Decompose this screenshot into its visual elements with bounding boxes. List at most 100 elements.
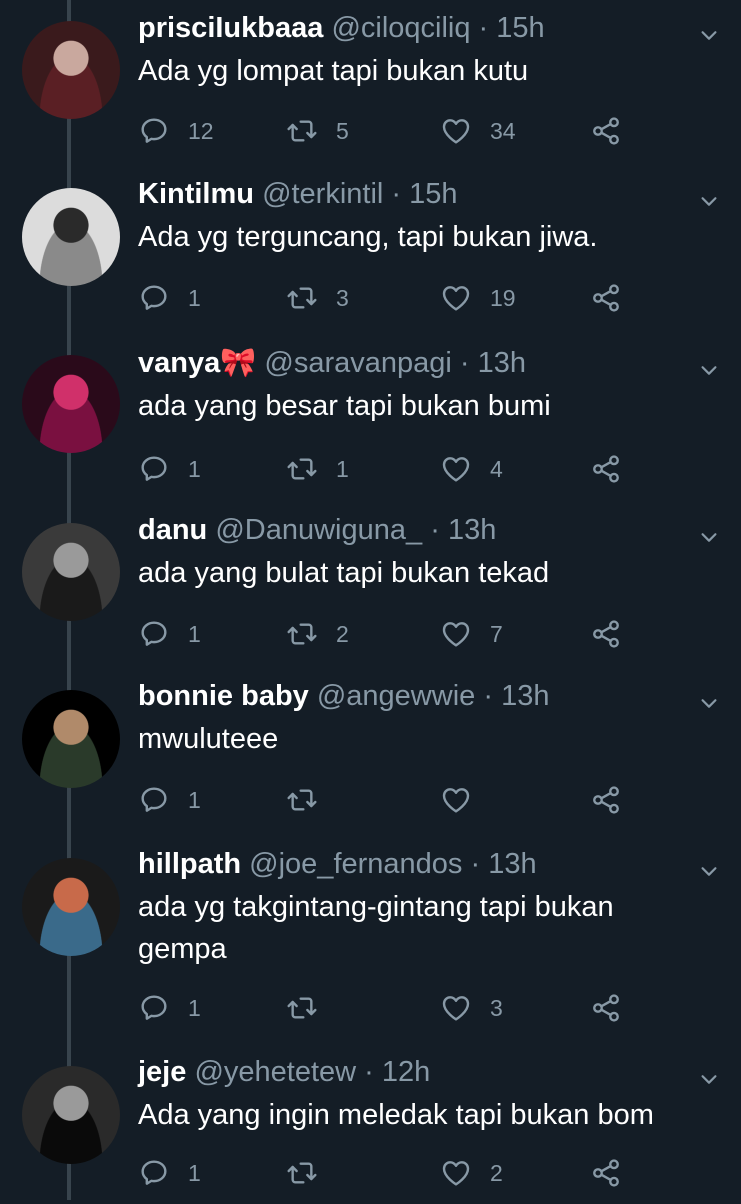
display-name[interactable]: bonnie baby bbox=[138, 680, 309, 712]
avatar[interactable] bbox=[22, 355, 120, 453]
tweet-text: Ada yg terguncang, tapi bukan jiwa. bbox=[138, 221, 598, 253]
tweet[interactable]: Kintilmu @terkintil · 15h Ada yg tergunc… bbox=[0, 166, 741, 326]
tweet-text: ada yg takgintang-gintang tapi bukan gem… bbox=[138, 891, 614, 965]
reply-button[interactable]: 1 bbox=[138, 278, 201, 318]
chevron-down-icon[interactable] bbox=[698, 860, 720, 882]
display-name[interactable]: Kintilmu bbox=[138, 178, 254, 210]
retweet-count: 1 bbox=[336, 455, 349, 482]
user-handle[interactable]: @joe_fernandos bbox=[249, 848, 462, 880]
tweet[interactable]: bonnie baby @angewwie · 13h mwuluteee 1 bbox=[0, 668, 741, 828]
retweet-button[interactable] bbox=[286, 1153, 336, 1193]
tweet-text: mwuluteee bbox=[138, 723, 279, 755]
like-button[interactable]: 7 bbox=[440, 614, 503, 654]
display-name[interactable]: prisciIukbaaa bbox=[138, 12, 323, 44]
tweet-text: ada yang bulat tapi bukan tekad bbox=[138, 557, 550, 589]
timestamp[interactable]: 13h bbox=[488, 848, 536, 880]
retweet-icon bbox=[286, 1157, 318, 1189]
retweet-icon bbox=[286, 618, 318, 650]
timestamp[interactable]: 15h bbox=[496, 12, 544, 44]
retweet-button[interactable]: 1 bbox=[286, 449, 349, 489]
share-icon bbox=[590, 618, 622, 650]
user-handle[interactable]: @Danuwiguna_ bbox=[215, 514, 422, 546]
user-handle[interactable]: @angewwie bbox=[317, 680, 475, 712]
avatar[interactable] bbox=[22, 858, 120, 956]
share-button[interactable] bbox=[590, 1153, 622, 1193]
reply-button[interactable]: 12 bbox=[138, 111, 214, 151]
heart-icon bbox=[440, 282, 472, 314]
tweet-header: bonnie baby @angewwie · 13h bbox=[138, 678, 549, 714]
reply-button[interactable]: 1 bbox=[138, 449, 201, 489]
retweet-button[interactable]: 3 bbox=[286, 278, 349, 318]
share-icon bbox=[590, 453, 622, 485]
like-button[interactable]: 3 bbox=[440, 988, 503, 1028]
user-handle[interactable]: @saravanpagi bbox=[264, 347, 451, 379]
tweet-header: danu @Danuwiguna_ · 13h bbox=[138, 512, 496, 548]
display-name[interactable]: hillpath bbox=[138, 848, 241, 880]
retweet-button[interactable] bbox=[286, 988, 336, 1028]
reply-button[interactable]: 1 bbox=[138, 1153, 201, 1193]
reply-icon bbox=[138, 992, 170, 1024]
retweet-button[interactable]: 5 bbox=[286, 111, 349, 151]
tweet-header: prisciIukbaaa @ciloqciliq · 15h bbox=[138, 10, 545, 46]
tweet[interactable]: vanya🎀 @saravanpagi · 13h ada yang besar… bbox=[0, 335, 741, 495]
share-button[interactable] bbox=[590, 780, 622, 820]
retweet-button[interactable] bbox=[286, 780, 336, 820]
share-button[interactable] bbox=[590, 614, 622, 654]
share-button[interactable] bbox=[590, 988, 622, 1028]
tweet-text: Ada yang ingin meledak tapi bukan bom bbox=[138, 1099, 654, 1131]
display-name[interactable]: danu bbox=[138, 514, 207, 546]
heart-icon bbox=[440, 992, 472, 1024]
like-button[interactable]: 4 bbox=[440, 449, 503, 489]
like-button[interactable]: 34 bbox=[440, 111, 516, 151]
retweet-count: 3 bbox=[336, 284, 349, 311]
user-handle[interactable]: @terkintil bbox=[262, 178, 383, 210]
like-count: 19 bbox=[490, 284, 516, 311]
user-handle[interactable]: @ciloqciliq bbox=[331, 12, 470, 44]
tweet-actions: 1 2 bbox=[138, 1153, 638, 1193]
chevron-down-icon[interactable] bbox=[698, 24, 720, 46]
like-count: 2 bbox=[490, 1159, 503, 1186]
like-button[interactable]: 19 bbox=[440, 278, 516, 318]
share-button[interactable] bbox=[590, 111, 622, 151]
chevron-down-icon[interactable] bbox=[698, 692, 720, 714]
reply-button[interactable]: 1 bbox=[138, 988, 201, 1028]
retweet-count: 5 bbox=[336, 117, 349, 144]
reply-button[interactable]: 1 bbox=[138, 780, 201, 820]
timestamp[interactable]: 13h bbox=[448, 514, 496, 546]
timestamp[interactable]: 13h bbox=[501, 680, 549, 712]
timestamp[interactable]: 15h bbox=[409, 178, 457, 210]
chevron-down-icon[interactable] bbox=[698, 190, 720, 212]
reply-count: 12 bbox=[188, 117, 214, 144]
user-handle[interactable]: @yehetetew bbox=[194, 1056, 356, 1088]
tweet-header: hillpath @joe_fernandos · 13h bbox=[138, 846, 537, 882]
chevron-down-icon[interactable] bbox=[698, 526, 720, 548]
tweet[interactable]: jeje @yehetetew · 12h Ada yang ingin mel… bbox=[0, 1044, 741, 1204]
separator-dot: · bbox=[364, 1056, 374, 1088]
retweet-button[interactable]: 2 bbox=[286, 614, 349, 654]
timestamp[interactable]: 13h bbox=[478, 347, 526, 379]
separator-dot: · bbox=[483, 680, 494, 712]
share-button[interactable] bbox=[590, 449, 622, 489]
retweet-icon bbox=[286, 784, 318, 816]
avatar[interactable] bbox=[22, 21, 120, 119]
display-name[interactable]: jeje bbox=[138, 1056, 186, 1088]
share-button[interactable] bbox=[590, 278, 622, 318]
like-button[interactable] bbox=[440, 780, 490, 820]
avatar[interactable] bbox=[22, 523, 120, 621]
timestamp[interactable]: 12h bbox=[382, 1056, 430, 1088]
tweet[interactable]: prisciIukbaaa @ciloqciliq · 15h Ada yg l… bbox=[0, 0, 741, 160]
tweet[interactable]: hillpath @joe_fernandos · 13h ada yg tak… bbox=[0, 836, 741, 1022]
avatar[interactable] bbox=[22, 188, 120, 286]
avatar[interactable] bbox=[22, 690, 120, 788]
avatar[interactable] bbox=[22, 1066, 120, 1164]
reply-button[interactable]: 1 bbox=[138, 614, 201, 654]
display-name[interactable]: vanya🎀 bbox=[138, 347, 256, 379]
retweet-icon bbox=[286, 992, 318, 1024]
like-button[interactable]: 2 bbox=[440, 1153, 503, 1193]
retweet-icon bbox=[286, 282, 318, 314]
reply-icon bbox=[138, 618, 170, 650]
chevron-down-icon[interactable] bbox=[698, 1068, 720, 1090]
tweet-actions: 1 bbox=[138, 780, 638, 820]
tweet[interactable]: danu @Danuwiguna_ · 13h ada yang bulat t… bbox=[0, 502, 741, 662]
chevron-down-icon[interactable] bbox=[698, 359, 720, 381]
